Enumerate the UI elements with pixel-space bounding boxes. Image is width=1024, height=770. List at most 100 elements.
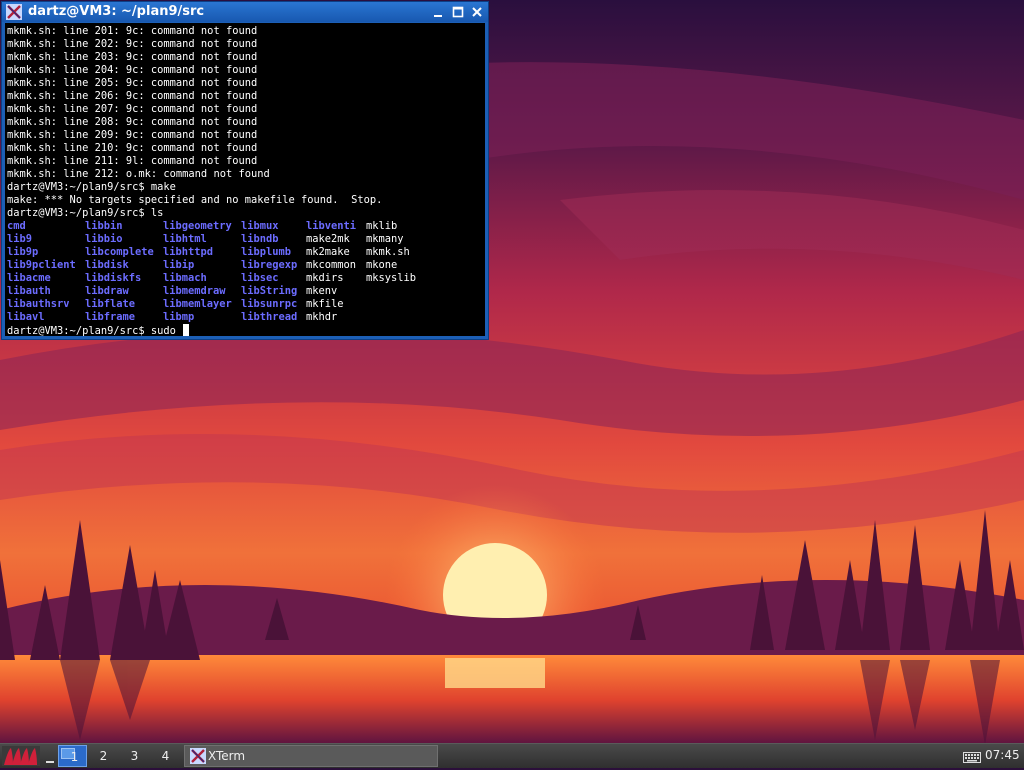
ls-directory-entry: libavl: [7, 311, 45, 323]
taskbar-task-xterm[interactable]: XTerm: [184, 745, 438, 767]
ls-file-entry: make2mk: [306, 233, 350, 245]
terminal-history: mkmk.sh: line 201: 9c: command not found…: [7, 25, 485, 220]
ls-directory-entry: cmd: [7, 220, 26, 232]
xterm-x-icon[interactable]: [6, 4, 22, 20]
ls-row: lib9pclient libdisk libip libregexp mkcommon…: [7, 259, 485, 272]
ls-directory-entry: libflate: [85, 298, 136, 310]
ls-file-entry: mkenv: [306, 285, 338, 297]
show-desktop-icon: [46, 761, 54, 763]
ls-directory-entry: libgeometry: [163, 220, 232, 232]
ls-file-entry: mkcommon: [306, 259, 357, 271]
ls-directory-entry: lib9pclient: [7, 259, 76, 271]
minimize-icon: [434, 15, 442, 17]
ls-file-entry: mkone: [366, 259, 398, 271]
terminal-line: mkmk.sh: line 208: 9c: command not found: [7, 116, 258, 128]
ls-file-entry: mklib: [366, 220, 398, 232]
workspace-label: 3: [130, 749, 139, 763]
xterm-window[interactable]: dartz@VM3: ~/plan9/src mkmk.sh: line 201…: [1, 1, 489, 340]
terminal-line: mkmk.sh: line 211: 9l: command not found: [7, 155, 258, 167]
ls-directory-entry: libhtml: [163, 233, 207, 245]
ls-directory-entry: lib9: [7, 233, 33, 245]
terminal-line: dartz@VM3:~/plan9/src$ ls: [7, 207, 164, 219]
ls-row: libauthsrv libflate libmemlayer libsunrpc mk…: [7, 298, 485, 311]
terminal-line: mkmk.sh: line 202: 9c: command not found: [7, 38, 258, 50]
ls-directory-entry: libauthsrv: [7, 298, 70, 310]
ls-file-entry: mksyslib: [366, 272, 417, 284]
ls-directory-entry: libmemlayer: [163, 298, 232, 310]
workspace-label: 2: [99, 749, 108, 763]
ls-directory-entry: libhttpd: [163, 246, 214, 258]
window-title: dartz@VM3: ~/plan9/src: [28, 4, 205, 19]
maximize-button[interactable]: [450, 4, 466, 20]
text-cursor: [183, 324, 190, 336]
ls-file-entry: mkmk.sh: [366, 246, 410, 258]
terminal-line: make: *** No targets specified and no ma…: [7, 194, 383, 206]
ls-directory-entry: libsunrpc: [241, 298, 298, 310]
show-desktop-button[interactable]: [44, 747, 58, 765]
ls-directory-entry: lib9p: [7, 246, 39, 258]
workspace-2-button[interactable]: 2: [89, 745, 118, 767]
ls-directory-entry: libdraw: [85, 285, 129, 297]
ls-file-entry: mkfile: [306, 298, 344, 310]
start-menu-icon[interactable]: [2, 746, 40, 766]
ls-directory-entry: libframe: [85, 311, 136, 323]
ls-directory-entry: libplumb: [241, 246, 292, 258]
terminal-line: mkmk.sh: line 201: 9c: command not found: [7, 25, 258, 37]
ls-directory-entry: libauth: [7, 285, 51, 297]
ls-file-entry: mkhdr: [306, 311, 338, 323]
workspace-1-button[interactable]: 1: [58, 745, 87, 767]
ls-directory-entry: libdiskfs: [85, 272, 142, 284]
terminal-line: mkmk.sh: line 204: 9c: command not found: [7, 64, 258, 76]
taskbar: 1 2 3 4 XTerm 07:45: [0, 743, 1024, 768]
keyboard-icon[interactable]: [963, 749, 981, 763]
ls-directory-entry: libcomplete: [85, 246, 154, 258]
ls-directory-entry: libregexp: [241, 259, 298, 271]
terminal-line: mkmk.sh: line 209: 9c: command not found: [7, 129, 258, 141]
ls-directory-entry: libacme: [7, 272, 51, 284]
terminal-line: mkmk.sh: line 203: 9c: command not found: [7, 51, 258, 63]
ls-row: lib9p libcomplete libhttpd libplumb mk2make m…: [7, 246, 485, 259]
ls-row: lib9 libbio libhtml libndb make2mk mkmany: [7, 233, 485, 246]
ls-directory-entry: libsec: [241, 272, 279, 284]
clock[interactable]: 07:45: [985, 748, 1020, 762]
ls-directory-entry: libventi: [306, 220, 357, 232]
maximize-icon: [452, 6, 464, 18]
ls-file-entry: mkdirs: [306, 272, 344, 284]
ls-directory-entry: libmp: [163, 311, 195, 323]
minimize-button[interactable]: [430, 4, 446, 20]
workspace-4-button[interactable]: 4: [151, 745, 180, 767]
terminal-line: dartz@VM3:~/plan9/src$ make: [7, 181, 176, 193]
terminal-line: mkmk.sh: line 206: 9c: command not found: [7, 90, 258, 102]
xterm-x-icon: [190, 748, 206, 764]
close-icon: [472, 7, 482, 17]
ls-directory-entry: libdisk: [85, 259, 129, 271]
ls-row: cmd libbin libgeometry libmux libventi mklib: [7, 220, 485, 233]
task-label: XTerm: [208, 749, 246, 763]
ls-directory-entry: libbio: [85, 233, 123, 245]
window-titlebar[interactable]: dartz@VM3: ~/plan9/src: [2, 2, 488, 22]
ls-listing: cmd libbin libgeometry libmux libventi mklib l…: [7, 220, 485, 324]
ls-row: libauth libdraw libmemdraw libString mkenv: [7, 285, 485, 298]
terminal-line: mkmk.sh: line 205: 9c: command not found: [7, 77, 258, 89]
ls-directory-entry: libmemdraw: [163, 285, 226, 297]
workspace-label: 1: [70, 750, 79, 764]
terminal-line: mkmk.sh: line 207: 9c: command not found: [7, 103, 258, 115]
ls-directory-entry: libndb: [241, 233, 279, 245]
workspace-label: 4: [161, 749, 170, 763]
terminal-line: mkmk.sh: line 212: o.mk: command not fou…: [7, 168, 270, 180]
ls-directory-entry: libthread: [241, 311, 298, 323]
ls-directory-entry: libbin: [85, 220, 123, 232]
ls-file-entry: mkmany: [366, 233, 404, 245]
terminal-prompt: dartz@VM3:~/plan9/src$ sudo: [7, 325, 183, 336]
terminal-prompt-line[interactable]: dartz@VM3:~/plan9/src$ sudo: [7, 324, 485, 336]
close-button[interactable]: [469, 4, 485, 20]
terminal-output[interactable]: mkmk.sh: line 201: 9c: command not found…: [5, 23, 485, 336]
ls-row: libacme libdiskfs libmach libsec mkdirs mksys…: [7, 272, 485, 285]
ls-directory-entry: libmux: [241, 220, 279, 232]
workspace-3-button[interactable]: 3: [120, 745, 149, 767]
ls-directory-entry: libmach: [163, 272, 207, 284]
ls-file-entry: mk2make: [306, 246, 350, 258]
terminal-line: mkmk.sh: line 210: 9c: command not found: [7, 142, 258, 154]
ls-directory-entry: libip: [163, 259, 195, 271]
ls-directory-entry: libString: [241, 285, 298, 297]
